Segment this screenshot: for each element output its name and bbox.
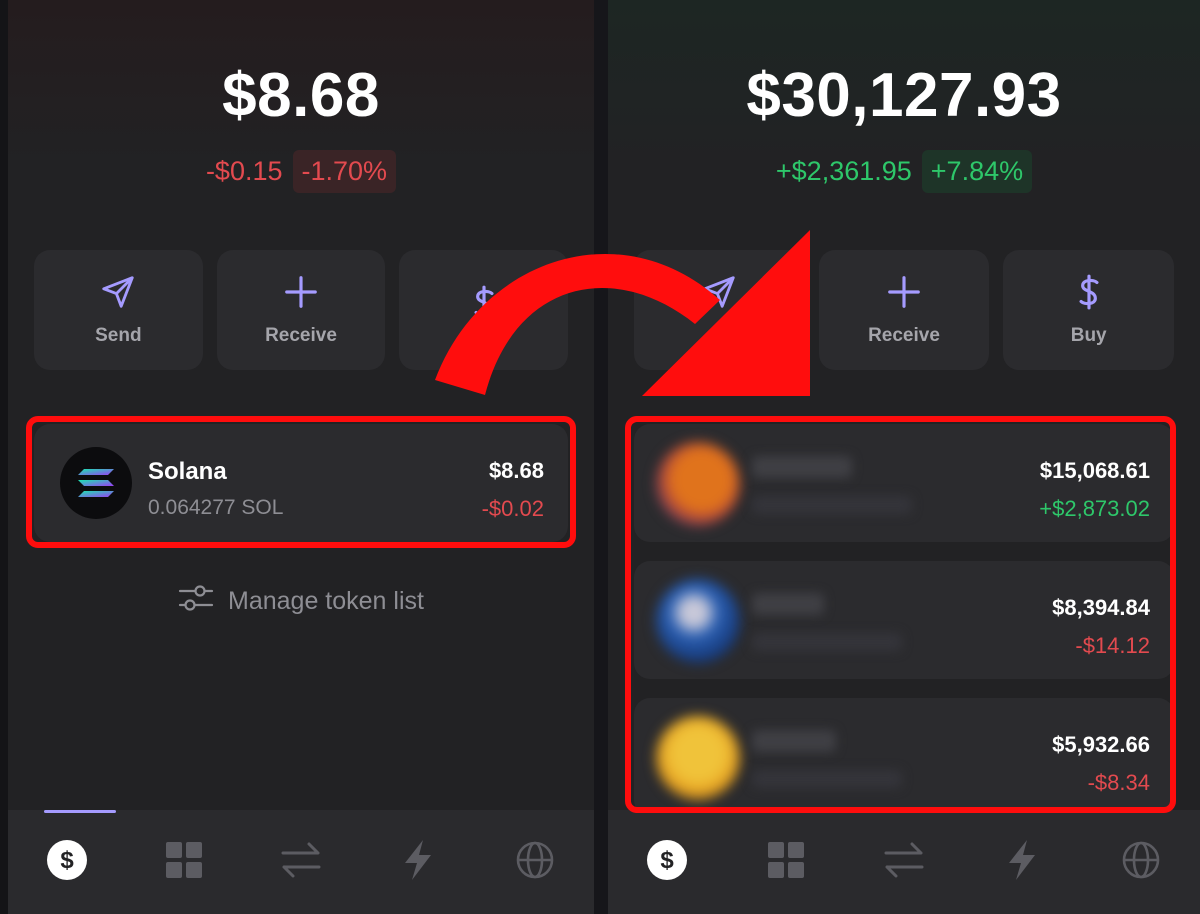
token-amount-blurred bbox=[752, 633, 902, 651]
wallet-panel-before: $8.68 -$0.15 -1.70% Send Receive Solana … bbox=[8, 0, 594, 914]
token-change: -$8.34 bbox=[1087, 770, 1150, 795]
receive-button[interactable]: Receive bbox=[216, 250, 386, 370]
balance-change-percent: +7.84% bbox=[921, 150, 1033, 193]
balance-change-percent: -1.70% bbox=[292, 150, 397, 193]
token-amount-blurred bbox=[752, 770, 902, 788]
panel-divider bbox=[594, 0, 608, 914]
solana-logo bbox=[60, 447, 132, 519]
manage-token-list-button[interactable]: Manage token list bbox=[8, 582, 594, 621]
lightning-icon bbox=[1007, 839, 1037, 885]
token-logo-blurred bbox=[656, 716, 740, 800]
svg-text:$: $ bbox=[60, 847, 74, 874]
grid-icon bbox=[165, 841, 203, 884]
token-row[interactable]: $5,932.66 -$8.34 bbox=[634, 698, 1174, 816]
nav-browser[interactable] bbox=[1111, 832, 1171, 892]
manage-token-list-label: Manage token list bbox=[228, 587, 424, 615]
buy-label: Buy bbox=[1070, 325, 1107, 346]
globe-icon bbox=[515, 840, 555, 885]
bottom-nav: $ bbox=[8, 810, 594, 914]
send-icon bbox=[99, 273, 137, 317]
bottom-nav: $ bbox=[608, 810, 1200, 914]
receive-label: Receive bbox=[868, 325, 940, 346]
token-row[interactable]: $15,068.61 +$2,873.02 bbox=[634, 424, 1174, 542]
transition-arrow-icon bbox=[435, 230, 810, 396]
dollar-icon: $ bbox=[647, 839, 688, 885]
svg-text:$: $ bbox=[661, 847, 675, 874]
token-change: -$14.12 bbox=[1075, 633, 1150, 658]
nav-activity[interactable] bbox=[388, 832, 448, 892]
token-value: $8,394.84 bbox=[1052, 595, 1150, 620]
wallet-panel-after: $30,127.93 +$2,361.95 +7.84% S Receive B… bbox=[608, 0, 1200, 914]
token-value: $15,068.61 bbox=[1039, 458, 1150, 483]
token-name-blurred bbox=[752, 593, 824, 615]
grid-icon bbox=[767, 841, 805, 884]
nav-collectibles[interactable] bbox=[756, 832, 816, 892]
nav-tokens[interactable]: $ bbox=[37, 832, 97, 892]
token-row[interactable]: $8,394.84 -$14.12 bbox=[634, 561, 1174, 679]
token-logo-blurred bbox=[656, 579, 740, 663]
balance-change-amount: +$2,361.95 bbox=[775, 156, 912, 186]
token-value: $8.68 bbox=[488, 458, 544, 483]
token-name-blurred bbox=[752, 730, 836, 752]
nav-browser[interactable] bbox=[505, 832, 565, 892]
lightning-icon bbox=[403, 839, 433, 885]
receive-label: Receive bbox=[265, 325, 337, 346]
token-name-blurred bbox=[752, 456, 852, 478]
token-amount: 0.064277 SOL bbox=[148, 496, 284, 519]
balance-change: -$0.15 -1.70% bbox=[8, 150, 594, 193]
send-label: Send bbox=[95, 325, 142, 346]
token-value: $5,932.66 bbox=[1052, 732, 1150, 757]
nav-tokens[interactable]: $ bbox=[637, 832, 697, 892]
buy-button[interactable]: Buy bbox=[1003, 250, 1175, 370]
balance-change-amount: -$0.15 bbox=[205, 156, 283, 186]
total-balance: $30,127.93 bbox=[746, 61, 1062, 130]
token-name: Solana bbox=[148, 458, 227, 485]
token-change: -$0.02 bbox=[481, 496, 544, 521]
token-row-solana[interactable]: Solana 0.064277 SOL $8.68 -$0.02 bbox=[34, 424, 568, 542]
balance-change: +$2,361.95 +7.84% bbox=[608, 150, 1200, 193]
swap-icon bbox=[280, 841, 322, 884]
sliders-icon bbox=[178, 582, 214, 621]
nav-activity[interactable] bbox=[992, 832, 1052, 892]
receive-button[interactable]: Receive bbox=[818, 250, 990, 370]
token-amount-blurred bbox=[752, 496, 912, 514]
dollar-icon bbox=[1070, 273, 1108, 317]
token-logo-blurred bbox=[656, 442, 740, 526]
plus-icon bbox=[282, 273, 320, 317]
globe-icon bbox=[1121, 840, 1161, 885]
nav-swap[interactable] bbox=[874, 832, 934, 892]
dollar-icon: $ bbox=[46, 839, 87, 885]
token-change: +$2,873.02 bbox=[1039, 496, 1150, 521]
plus-icon bbox=[885, 273, 923, 317]
swap-icon bbox=[883, 841, 925, 884]
nav-active-indicator bbox=[44, 810, 116, 813]
send-button[interactable]: Send bbox=[34, 250, 203, 370]
nav-swap[interactable] bbox=[271, 832, 331, 892]
total-balance: $8.68 bbox=[222, 61, 380, 130]
nav-collectibles[interactable] bbox=[154, 832, 214, 892]
